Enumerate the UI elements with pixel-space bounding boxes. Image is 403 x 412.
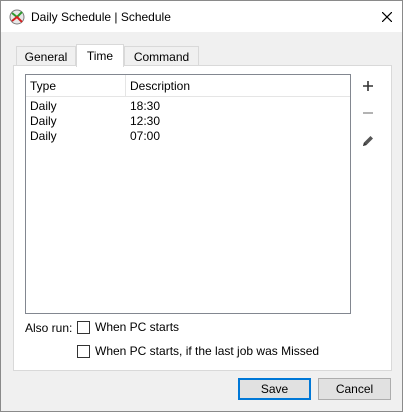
list-header: Type Description	[26, 75, 350, 97]
remove-schedule-button[interactable]	[358, 103, 378, 123]
list-row[interactable]: Daily 18:30	[26, 99, 350, 114]
save-button[interactable]: Save	[238, 378, 311, 400]
schedule-list[interactable]: Type Description Daily 18:30 Daily 12:30…	[25, 74, 351, 314]
tab-time-label: Time	[86, 49, 114, 63]
row-type: Daily	[30, 129, 57, 143]
close-icon	[382, 11, 392, 22]
run-on-startup-checkbox[interactable]	[77, 320, 90, 334]
minus-icon	[363, 112, 373, 114]
column-header-type[interactable]: Type	[26, 75, 126, 97]
cancel-button[interactable]: Cancel	[318, 378, 391, 400]
tab-general[interactable]: General	[16, 46, 76, 66]
also-run-label: Also run:	[25, 321, 73, 335]
run-if-missed-checkbox[interactable]	[77, 344, 90, 358]
edit-schedule-button[interactable]	[358, 131, 378, 151]
time-tab-panel: Type Description Daily 18:30 Daily 12:30…	[13, 65, 392, 371]
tab-general-label: General	[24, 49, 68, 64]
window-title: Daily Schedule | Schedule	[31, 10, 171, 24]
tab-time[interactable]: Time	[76, 44, 124, 67]
run-if-missed-option[interactable]: When PC starts, if the last job was Miss…	[77, 344, 319, 358]
run-if-missed-label: When PC starts, if the last job was Miss…	[95, 344, 320, 358]
row-description: 07:00	[130, 129, 161, 143]
row-type: Daily	[30, 114, 57, 128]
row-type: Daily	[30, 99, 57, 113]
title-bar: Daily Schedule | Schedule	[1, 1, 402, 32]
row-description: 12:30	[130, 114, 161, 128]
column-header-description[interactable]: Description	[126, 75, 350, 97]
close-button[interactable]	[372, 1, 402, 32]
tab-command[interactable]: Command	[124, 46, 199, 66]
run-on-startup-label: When PC starts	[95, 320, 180, 334]
list-row[interactable]: Daily 12:30	[26, 114, 350, 129]
app-icon	[9, 9, 25, 25]
row-description: 18:30	[130, 99, 161, 113]
add-schedule-button[interactable]	[358, 76, 378, 96]
pencil-icon	[363, 136, 373, 146]
tab-command-label: Command	[133, 49, 190, 64]
schedule-dialog: Daily Schedule | Schedule General Time C…	[0, 0, 403, 412]
plus-icon	[363, 81, 373, 91]
run-on-startup-option[interactable]: When PC starts	[77, 320, 179, 334]
list-row[interactable]: Daily 07:00	[26, 129, 350, 144]
